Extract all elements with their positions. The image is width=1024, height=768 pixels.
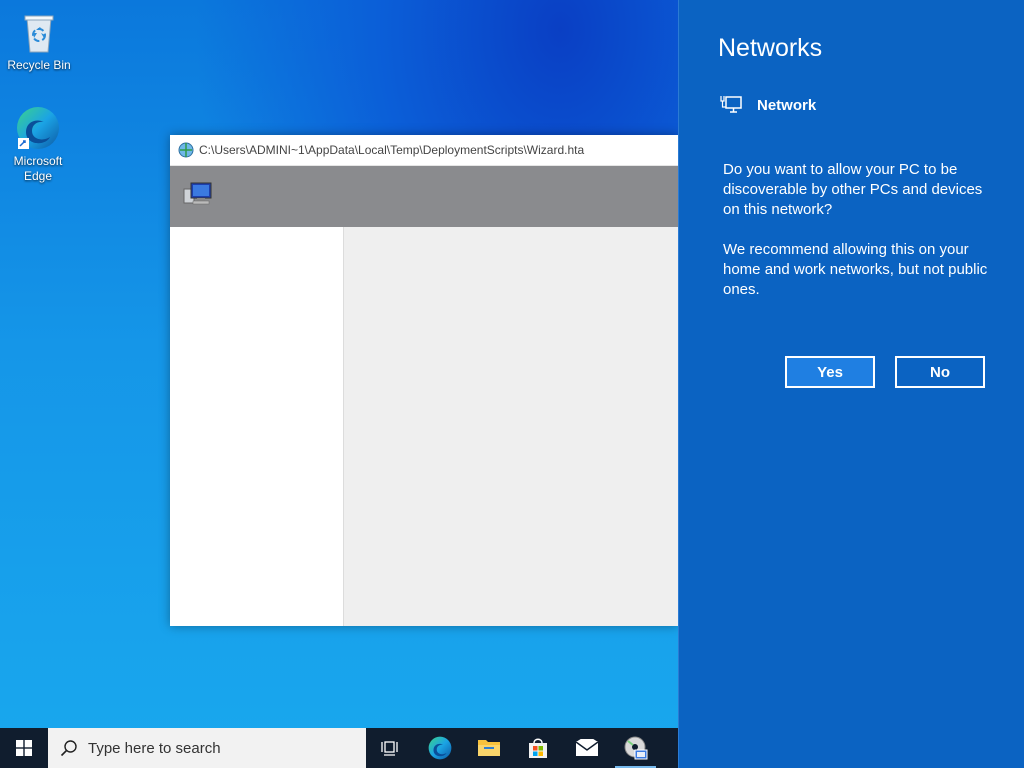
task-view-icon xyxy=(380,741,398,756)
network-name: Network xyxy=(757,96,817,114)
edge-icon xyxy=(428,736,451,760)
desktop-icon-recycle-bin[interactable]: Recycle Bin xyxy=(1,8,77,73)
hta-app-icon xyxy=(178,142,194,158)
wizard-header xyxy=(170,166,678,227)
network-discovery-flyout: Networks Network Do you want to allow yo… xyxy=(678,0,1024,768)
mail-icon xyxy=(575,739,598,756)
flyout-title: Networks xyxy=(718,34,823,62)
flyout-message: Do you want to allow your PC to be disco… xyxy=(723,160,993,320)
folder-icon xyxy=(477,740,500,756)
search-placeholder: Type here to search xyxy=(88,739,221,757)
desktop-icon-label: Microsoft Edge xyxy=(13,154,63,183)
taskbar-wizard-button[interactable] xyxy=(611,728,660,768)
ethernet-icon xyxy=(719,93,743,117)
search-icon xyxy=(60,739,78,757)
taskbar-edge-button[interactable] xyxy=(415,728,464,768)
taskbar-search-box[interactable]: Type here to search xyxy=(48,728,366,768)
taskbar-mail-button[interactable] xyxy=(562,728,611,768)
task-view-button[interactable] xyxy=(366,728,415,768)
taskbar: Type here to search xyxy=(0,728,678,768)
network-item: Network xyxy=(719,93,816,117)
windows-logo-icon xyxy=(16,740,32,756)
recommendation-text: We recommend allowing this on your home … xyxy=(723,241,988,298)
discoverable-question: Do you want to allow your PC to be disco… xyxy=(723,161,983,218)
start-button[interactable] xyxy=(0,728,48,768)
wizard-content-pane xyxy=(344,227,678,626)
no-button[interactable]: No xyxy=(895,356,985,388)
store-icon xyxy=(528,738,547,758)
desktop: Recycle Bin Microsoft Edge C:\Users\ADMI… xyxy=(0,0,1024,768)
desktop-icon-microsoft-edge[interactable]: Microsoft Edge xyxy=(0,104,76,184)
wizard-title: C:\Users\ADMINI~1\AppData\Local\Temp\Dep… xyxy=(199,143,585,157)
taskbar-file-explorer-button[interactable] xyxy=(464,728,513,768)
recycle-bin-icon xyxy=(15,8,63,56)
computer-icon xyxy=(182,180,214,213)
cd-setup-icon xyxy=(624,736,647,760)
wizard-title-bar[interactable]: C:\Users\ADMINI~1\AppData\Local\Temp\Dep… xyxy=(170,135,678,166)
yes-button[interactable]: Yes xyxy=(785,356,875,388)
edge-icon xyxy=(14,104,62,152)
desktop-icon-label: Recycle Bin xyxy=(7,58,71,72)
taskbar-store-button[interactable] xyxy=(513,728,562,768)
wizard-left-pane xyxy=(170,227,344,626)
wizard-window: C:\Users\ADMINI~1\AppData\Local\Temp\Dep… xyxy=(170,135,678,626)
